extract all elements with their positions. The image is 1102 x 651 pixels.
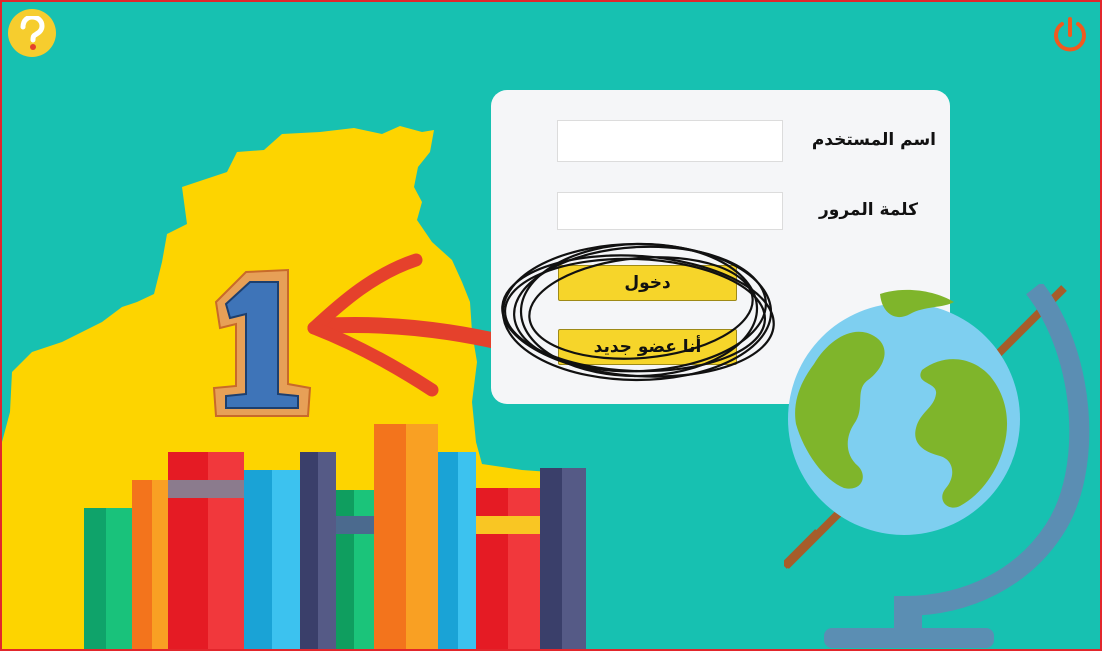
new-member-button[interactable]: أنا عضو جديد <box>558 329 737 365</box>
username-input[interactable] <box>557 120 783 162</box>
login-button[interactable]: دخول <box>558 265 737 301</box>
password-input[interactable] <box>557 192 783 230</box>
power-icon[interactable] <box>1051 16 1089 54</box>
help-button[interactable] <box>8 9 56 57</box>
username-label: اسم المستخدم <box>811 130 936 150</box>
login-screen: اسم المستخدم كلمة المرور دخول أنا عضو جد… <box>0 0 1102 651</box>
password-label: كلمة المرور <box>819 200 918 220</box>
question-mark-icon <box>20 16 45 50</box>
globe-illustration <box>784 284 1090 648</box>
